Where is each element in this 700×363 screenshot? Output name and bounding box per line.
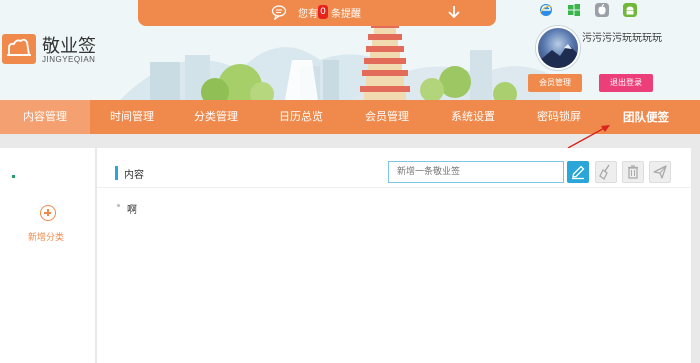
android-icon[interactable]	[623, 3, 637, 17]
windows-icon[interactable]	[567, 3, 581, 17]
nav-item-calendar[interactable]: 日历总览	[258, 100, 344, 134]
list-item[interactable]: 啊	[127, 201, 137, 216]
content-header: 内容	[97, 158, 691, 188]
nav-item-member[interactable]: 会员管理	[344, 100, 430, 134]
content-title: 内容	[124, 170, 144, 181]
username: 污污污污玩玩玩玩	[582, 33, 662, 44]
trash-icon	[628, 165, 638, 179]
clean-button[interactable]	[595, 161, 617, 183]
pencil-icon	[572, 165, 585, 180]
nav-item-settings[interactable]: 系统设置	[430, 100, 516, 134]
chat-bubble-icon	[271, 5, 287, 20]
add-category-label[interactable]: 新增分类	[28, 230, 64, 243]
title-accent	[115, 166, 118, 180]
ie-icon[interactable]	[539, 3, 553, 17]
broom-icon	[599, 164, 610, 180]
edit-button[interactable]	[567, 161, 589, 183]
nav-item-time[interactable]: 时间管理	[90, 100, 174, 134]
member-management-button[interactable]: 会员管理	[528, 74, 582, 92]
notice-prefix: 您有	[298, 9, 318, 20]
nav-item-team-notes[interactable]: 团队便签	[602, 100, 690, 134]
logo-subtitle: JINGYEQIAN	[42, 55, 96, 64]
reminder-notice-bar[interactable]: 您有 0 条提醒	[138, 0, 496, 26]
note-bullet	[117, 204, 120, 207]
new-note-input[interactable]	[388, 161, 564, 183]
avatar[interactable]	[536, 26, 580, 70]
paper-plane-icon	[653, 165, 667, 179]
logo-icon	[2, 34, 36, 64]
nav-item-category[interactable]: 分类管理	[174, 100, 258, 134]
delete-button[interactable]	[622, 161, 644, 183]
logout-button[interactable]: 退出登录	[599, 74, 653, 92]
category-sidebar: 新增分类	[0, 148, 96, 363]
add-category-icon[interactable]	[40, 205, 56, 221]
download-arrow-icon[interactable]	[446, 4, 462, 20]
send-button[interactable]	[649, 161, 671, 183]
notice-suffix: 条提醒	[331, 9, 361, 20]
nav-item-content[interactable]: 内容管理	[0, 100, 90, 134]
apple-icon[interactable]	[595, 3, 609, 17]
notice-count-badge: 0	[318, 5, 328, 19]
header: 您有 0 条提醒 敬业签 JINGYEQIAN 污污污污玩玩玩玩 会员管理 退出…	[0, 0, 700, 100]
content-panel: 内容 新增一条敬业签 啊	[97, 148, 691, 363]
category-marker	[12, 175, 15, 178]
platform-icons	[537, 3, 647, 21]
